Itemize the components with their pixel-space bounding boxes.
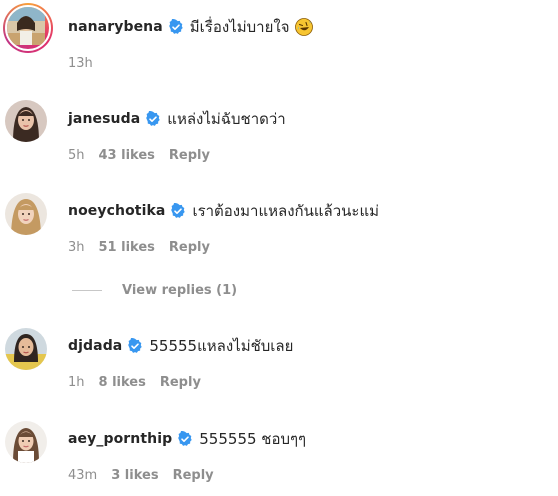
comment-text: 555555 ชอบๆๆ bbox=[199, 430, 307, 448]
verified-badge-icon bbox=[171, 203, 186, 218]
avatar[interactable] bbox=[5, 193, 47, 235]
likes-count[interactable]: 3 likes bbox=[111, 468, 158, 483]
comment-text: แหล่งไม่ฉับชาดว่า bbox=[167, 110, 286, 128]
verified-badge-icon bbox=[146, 111, 160, 126]
username[interactable]: djdada bbox=[68, 338, 122, 354]
username[interactable]: janesuda bbox=[68, 111, 140, 127]
reply-button[interactable]: Reply bbox=[169, 148, 210, 163]
comment-timestamp: 5h bbox=[68, 148, 85, 163]
view-replies-label: View replies (1) bbox=[122, 283, 238, 298]
avatar[interactable] bbox=[5, 421, 47, 463]
comment-text: มีเรื่องไม่บายใจ bbox=[189, 18, 290, 36]
verified-badge-icon bbox=[128, 338, 143, 353]
comments-panel: nanarybena มีเรื่องไม่บายใจ 13h janesuda… bbox=[0, 0, 558, 496]
reply-button[interactable]: Reply bbox=[169, 240, 210, 255]
comment-timestamp: 43m bbox=[68, 468, 98, 483]
reply-button[interactable]: Reply bbox=[173, 468, 214, 483]
avatar[interactable] bbox=[5, 328, 47, 370]
comment-text: 55555แหลงไม่ชับเลย bbox=[149, 337, 294, 355]
comment-timestamp: 13h bbox=[68, 56, 93, 71]
avatar[interactable] bbox=[3, 3, 53, 53]
avatar[interactable] bbox=[5, 100, 47, 142]
likes-count[interactable]: 8 likes bbox=[99, 375, 146, 390]
username[interactable]: aey_pornthip bbox=[68, 431, 172, 447]
view-replies-button[interactable]: View replies (1) bbox=[72, 283, 237, 298]
comment-timestamp: 3h bbox=[68, 240, 85, 255]
comment-timestamp: 1h bbox=[68, 375, 85, 390]
verified-badge-icon bbox=[178, 431, 192, 446]
verified-badge-icon bbox=[168, 19, 183, 34]
rolling-on-floor-laughing-icon bbox=[295, 18, 314, 36]
view-replies-divider bbox=[72, 290, 102, 291]
reply-button[interactable]: Reply bbox=[160, 375, 201, 390]
likes-count[interactable]: 51 likes bbox=[99, 240, 155, 255]
likes-count[interactable]: 43 likes bbox=[99, 148, 155, 163]
comment-text: เราต้องมาแหลงกันแล้วนะแม่ bbox=[192, 202, 380, 220]
username[interactable]: noeychotika bbox=[68, 203, 165, 219]
username[interactable]: nanarybena bbox=[68, 19, 163, 35]
